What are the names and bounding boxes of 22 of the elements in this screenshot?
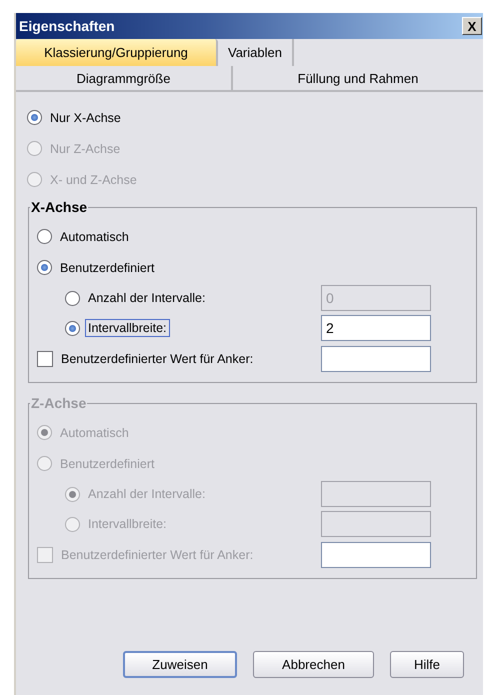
radio-label[interactable]: Intervallbreite: xyxy=(85,319,170,337)
radio-button[interactable] xyxy=(27,110,42,125)
group-title: Z-Achse xyxy=(30,395,88,411)
input-field[interactable]: 2 xyxy=(321,315,431,341)
close-button[interactable]: X xyxy=(462,17,482,35)
radio-button[interactable] xyxy=(37,229,52,244)
tab[interactable]: Klassierung/Gruppierung xyxy=(16,39,218,66)
radio-label[interactable]: Automatisch xyxy=(57,228,132,246)
radio-label[interactable]: Anzahl der Intervalle: xyxy=(85,289,208,307)
dialog-button[interactable]: Hilfe xyxy=(390,651,464,678)
dialog-button[interactable]: Abbrechen xyxy=(253,651,374,678)
input-field[interactable] xyxy=(321,346,431,372)
radio-label[interactable]: Nur X-Achse xyxy=(47,108,124,126)
checkbox-label[interactable]: Benutzerdefinierter Wert für Anker: xyxy=(58,350,256,368)
checkbox[interactable] xyxy=(37,350,53,366)
window-title: Eigenschaften xyxy=(18,18,115,34)
radio-label[interactable]: Benutzerdefiniert xyxy=(57,258,158,276)
radio-button[interactable] xyxy=(37,260,52,275)
group-title: X-Achse xyxy=(30,199,88,215)
radio-button[interactable] xyxy=(65,320,80,336)
radio-button[interactable] xyxy=(65,290,80,306)
dialog-button[interactable]: Zuweisen xyxy=(123,651,237,678)
